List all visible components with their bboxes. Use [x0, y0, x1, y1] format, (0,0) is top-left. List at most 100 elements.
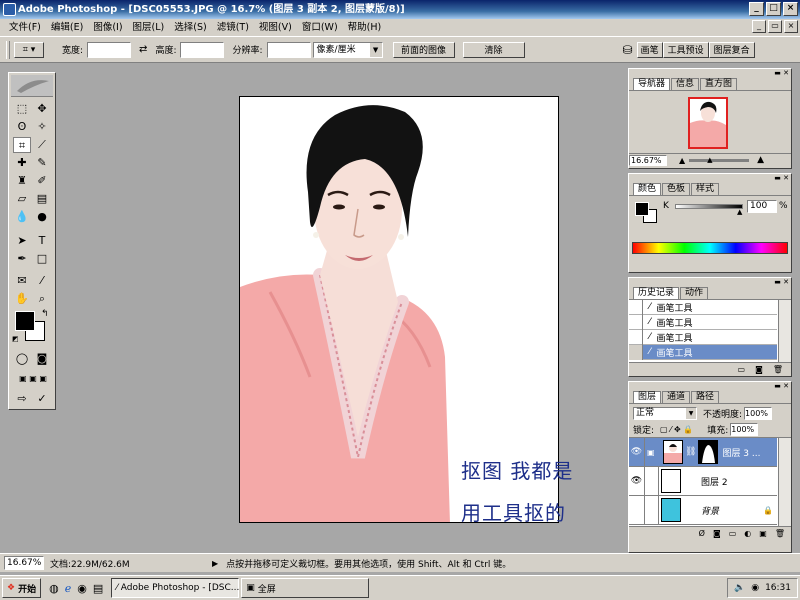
- history-item-selected[interactable]: ⁄ 画笔工具: [629, 344, 777, 360]
- link-slot[interactable]: [645, 466, 659, 496]
- magic-wand-tool-icon[interactable]: ✧: [33, 119, 51, 135]
- layer-set-icon[interactable]: ▭: [729, 529, 737, 538]
- panel-menu-icon[interactable]: ▬ ✕: [774, 69, 789, 77]
- quick-launch-icon-4[interactable]: ▤: [93, 582, 103, 595]
- blend-mode-select[interactable]: 正常 ▼: [633, 406, 697, 420]
- jump-to-imageready-icon[interactable]: ⇨: [13, 391, 31, 407]
- shape-tool-icon[interactable]: □: [33, 251, 51, 267]
- zoom-tool-icon[interactable]: ⌕: [33, 291, 51, 307]
- hand-tool-icon[interactable]: ✋: [13, 291, 31, 307]
- eyedropper-tool-icon[interactable]: ⁄: [33, 273, 51, 289]
- tab-channels[interactable]: 通道: [662, 391, 691, 403]
- trash-icon[interactable]: 🗑: [775, 529, 785, 538]
- zoom-slider[interactable]: ▲: [689, 156, 750, 164]
- palette-tab-layer-comps[interactable]: 图层复合: [708, 41, 755, 58]
- lock-icons[interactable]: ▢ ⁄ ✥ 🔒: [660, 425, 693, 434]
- navigator-zoom-field[interactable]: 16.67%: [629, 154, 667, 166]
- swap-icon[interactable]: ⇄: [139, 44, 147, 55]
- tab-histogram[interactable]: 直方图: [700, 78, 738, 90]
- menu-window[interactable]: 窗口(W): [297, 19, 343, 36]
- color-ramp[interactable]: [632, 242, 788, 254]
- foreground-color-swatch[interactable]: [15, 311, 35, 331]
- tab-info[interactable]: 信息: [671, 78, 700, 90]
- blur-tool-icon[interactable]: 💧: [13, 209, 31, 225]
- quick-mask-icon[interactable]: ◙: [33, 351, 51, 367]
- history-scrollbar[interactable]: [778, 300, 791, 362]
- check-icon[interactable]: ✓: [33, 391, 51, 407]
- gradient-tool-icon[interactable]: ▤: [33, 191, 51, 207]
- fill-field[interactable]: 100%: [730, 423, 759, 436]
- palette-tab-tool-presets[interactable]: 工具预设: [662, 41, 709, 58]
- layer-row[interactable]: 👁 图层 2: [629, 466, 777, 496]
- panel-menu-icon[interactable]: ▬ ✕: [774, 382, 789, 390]
- menu-help[interactable]: 帮助(H): [343, 19, 387, 36]
- triangle-right-icon[interactable]: ▶: [212, 559, 218, 568]
- path-selection-icon[interactable]: ➤: [13, 233, 31, 249]
- new-document-icon[interactable]: ▭: [738, 365, 746, 374]
- tab-layers[interactable]: 图层: [633, 391, 662, 403]
- layer-row-selected[interactable]: 👁 ▣ ⛓ 图层 3 ...: [629, 437, 777, 467]
- panel-menu-icon[interactable]: ▬ ✕: [774, 278, 789, 286]
- dodge-tool-icon[interactable]: ●: [33, 209, 51, 225]
- swap-colors-icon[interactable]: ↰: [41, 309, 49, 319]
- color-fg-swatch[interactable]: [635, 202, 649, 216]
- camera-icon[interactable]: ◙: [755, 365, 763, 374]
- tab-history[interactable]: 历史记录: [633, 287, 680, 299]
- eye-icon[interactable]: 👁: [629, 437, 645, 467]
- tab-color[interactable]: 颜色: [633, 183, 662, 195]
- crop-tool-preset-button[interactable]: ⌗ ▾: [14, 41, 44, 58]
- history-brush-icon[interactable]: ✐: [33, 173, 51, 189]
- tab-actions[interactable]: 动作: [680, 287, 709, 299]
- menu-layer[interactable]: 图层(L): [128, 19, 170, 36]
- doc-minimize-button[interactable]: _: [752, 20, 766, 33]
- zoom-out-icon[interactable]: ▲: [679, 156, 685, 165]
- default-colors-icon[interactable]: ◩: [12, 335, 19, 343]
- standard-mode-icon[interactable]: ◯: [13, 351, 31, 367]
- clear-button[interactable]: 清除: [462, 41, 525, 58]
- notes-tool-icon[interactable]: ✉: [13, 273, 31, 289]
- menu-view[interactable]: 视图(V): [254, 19, 297, 36]
- quick-launch-icon-3[interactable]: ◉: [77, 582, 87, 595]
- task-fullscreen[interactable]: ▣ 全屏: [241, 578, 370, 598]
- healing-brush-icon[interactable]: ✚: [13, 155, 31, 171]
- start-button[interactable]: ❖ 开始: [2, 578, 42, 598]
- minimize-button[interactable]: _: [749, 2, 764, 16]
- add-mask-icon[interactable]: ◙: [713, 529, 721, 538]
- resolution-field[interactable]: [266, 41, 311, 58]
- tab-navigator[interactable]: 导航器: [633, 78, 671, 90]
- layer-row[interactable]: 背景 🔒: [629, 495, 777, 525]
- history-item[interactable]: ⁄ 画笔工具: [629, 329, 777, 345]
- lasso-tool-icon[interactable]: ʘ: [13, 119, 31, 135]
- menu-image[interactable]: 图像(I): [88, 19, 127, 36]
- menu-select[interactable]: 选择(S): [169, 19, 211, 36]
- brush-tool-icon[interactable]: ✎: [33, 155, 51, 171]
- screen-mode-icons[interactable]: ▣ ▣ ▣: [11, 371, 55, 387]
- layer-style-icon[interactable]: Ø: [699, 529, 705, 538]
- opacity-field[interactable]: 100%: [744, 406, 773, 420]
- quick-launch-icon-1[interactable]: ◍: [49, 582, 59, 595]
- menu-filter[interactable]: 滤镜(T): [212, 19, 254, 36]
- file-browser-icon[interactable]: ⛁: [623, 43, 633, 57]
- menu-file[interactable]: 文件(F): [4, 19, 46, 36]
- front-image-button[interactable]: 前面的图像: [392, 41, 455, 58]
- history-item[interactable]: ⁄ 画笔工具: [629, 299, 777, 315]
- link-slot[interactable]: [645, 495, 659, 525]
- tab-styles[interactable]: 样式: [691, 183, 720, 195]
- speaker-icon[interactable]: 🔈: [734, 583, 745, 593]
- k-value-field[interactable]: 100: [747, 200, 777, 213]
- width-field[interactable]: [87, 41, 132, 58]
- close-button[interactable]: ×: [783, 2, 798, 16]
- pen-tool-icon[interactable]: ✒: [13, 251, 31, 267]
- k-channel-slider[interactable]: [675, 204, 743, 209]
- adjustment-layer-icon[interactable]: ◐: [744, 529, 751, 538]
- task-photoshop[interactable]: ⁄ Adobe Photoshop - [DSC...: [111, 578, 239, 598]
- doc-restore-button[interactable]: ▭: [768, 20, 782, 33]
- maximize-button[interactable]: □: [766, 2, 781, 16]
- menu-edit[interactable]: 编辑(E): [46, 19, 88, 36]
- panel-menu-icon[interactable]: ▬ ✕: [774, 174, 789, 182]
- eye-slot[interactable]: [629, 495, 645, 525]
- navigator-thumbnail[interactable]: [688, 97, 728, 149]
- new-layer-icon[interactable]: ▣: [759, 529, 767, 538]
- slice-tool-icon[interactable]: ⟋: [33, 137, 51, 153]
- palette-tab-brush[interactable]: 画笔: [636, 41, 663, 58]
